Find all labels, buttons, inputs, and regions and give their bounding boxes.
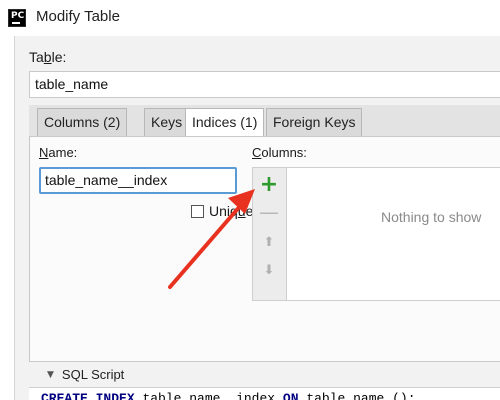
tab-columns[interactable]: Columns (2): [37, 108, 128, 136]
move-down-icon[interactable]: ⬇: [253, 256, 285, 284]
tab-keys[interactable]: Keys: [144, 108, 190, 136]
dialog-body: Table: table_name Columns (2) Keys Indic…: [14, 36, 500, 400]
sql-keyword-create: CREATE: [41, 391, 88, 400]
collapse-triangle-icon[interactable]: ▼: [47, 370, 54, 380]
table-label-mnemonic: b: [43, 49, 52, 65]
sql-table-ref: table_name ();: [306, 391, 416, 400]
sql-index-name: table_name__index: [142, 391, 276, 400]
index-name-input[interactable]: table_name__index: [39, 167, 237, 194]
unique-checkbox[interactable]: [191, 204, 204, 218]
sql-line: CREATE INDEX table_name__index ON table_…: [41, 391, 416, 400]
unique-label[interactable]: Unique: [209, 203, 253, 219]
window-title: Modify Table: [36, 8, 120, 25]
name-label-mnemonic: N: [39, 145, 49, 160]
title-bar: PC Modify Table: [0, 0, 500, 36]
unique-label-mnemonic: u: [237, 203, 246, 219]
indices-panel: Name: Columns: table_name__index Unique …: [29, 136, 500, 362]
remove-column-icon[interactable]: —: [253, 198, 285, 226]
empty-list-text: Nothing to show: [381, 209, 482, 225]
add-column-icon[interactable]: +: [253, 170, 285, 198]
table-name-input[interactable]: table_name: [29, 71, 500, 98]
pycharm-app-icon: PC: [8, 9, 26, 27]
tab-foreign-keys[interactable]: Foreign Keys: [266, 108, 363, 136]
tab-indices[interactable]: Indices (1): [185, 108, 265, 137]
move-up-icon[interactable]: ⬆: [253, 228, 285, 256]
name-label-rest: ame:: [48, 145, 78, 160]
columns-label-mnemonic: C: [252, 145, 262, 160]
index-columns-list[interactable]: Nothing to show: [286, 167, 500, 301]
app-icon-text: PC: [11, 11, 25, 21]
sql-editor[interactable]: CREATE INDEX table_name__index ON table_…: [29, 387, 500, 400]
columns-label-rest: olumns:: [261, 145, 307, 160]
table-label: Table:: [29, 49, 66, 65]
table-label-prefix: Ta: [29, 49, 44, 65]
unique-label-prefix: Uniq: [209, 203, 238, 219]
sql-script-title: SQL Script: [61, 367, 125, 382]
sql-script-header[interactable]: ▼ SQL Script: [47, 367, 124, 382]
index-name-label: Name:: [39, 145, 77, 160]
sql-keyword-index: INDEX: [95, 391, 135, 400]
index-columns-label: Columns:: [252, 145, 307, 160]
sql-keyword-on: ON: [282, 391, 299, 400]
columns-toolbar: + — ⬆ ⬇: [252, 167, 286, 301]
sql-script-section: ▼ SQL Script CREATE INDEX table_name__in…: [29, 362, 500, 400]
table-label-suffix: le:: [51, 49, 67, 65]
unique-checkbox-row[interactable]: Unique: [191, 203, 253, 219]
